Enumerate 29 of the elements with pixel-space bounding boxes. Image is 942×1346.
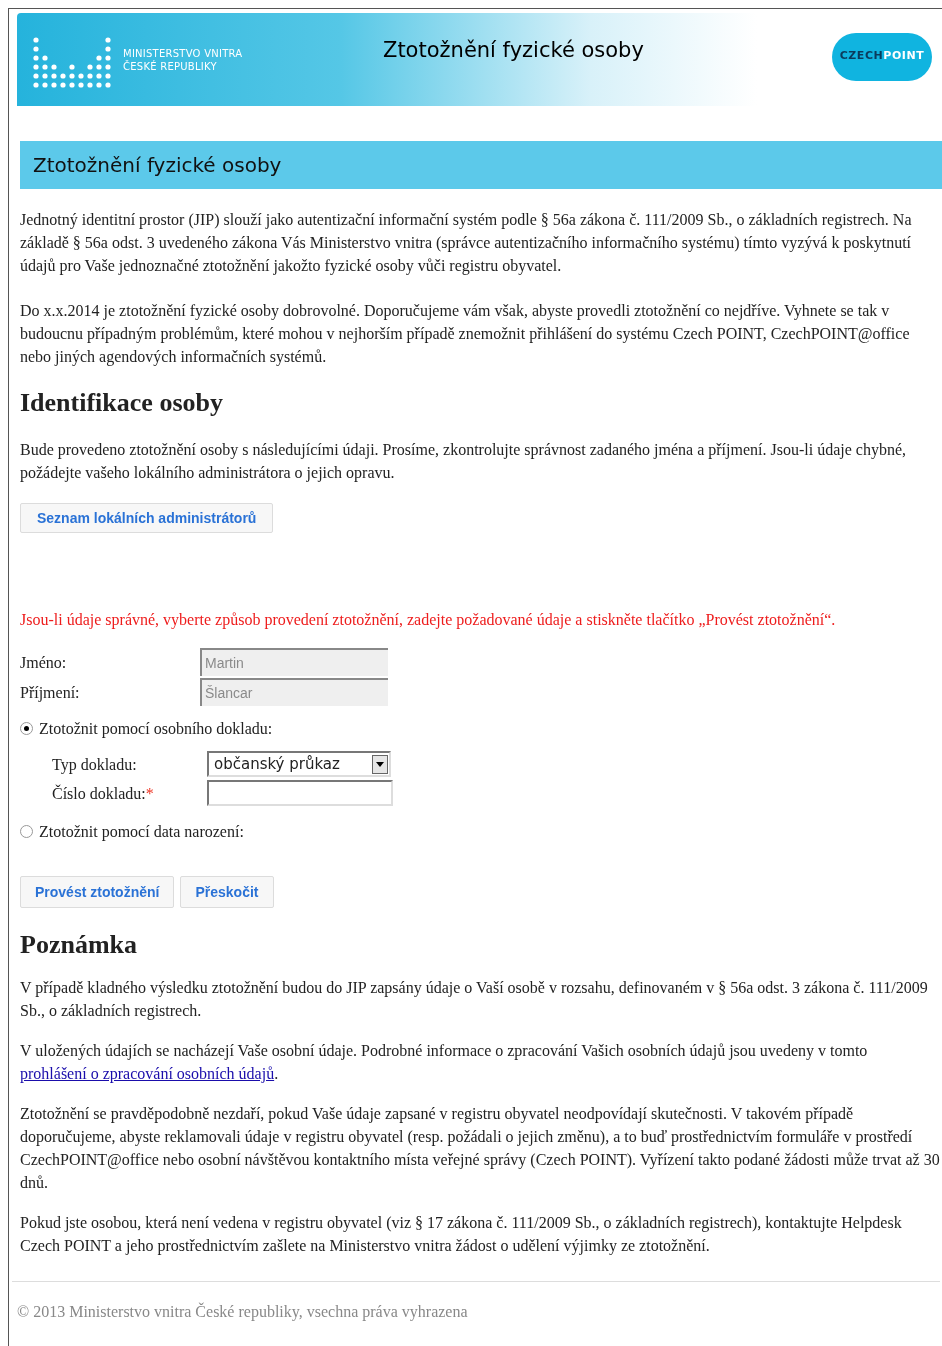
field-label: Číslo dokladu:* bbox=[52, 783, 155, 804]
page-title: Ztotožnění fyzické osoby bbox=[382, 36, 645, 64]
section-title-bar: Ztotožnění fyzické osoby bbox=[20, 141, 942, 189]
admin-list-button[interactable]: Seznam lokálních administrátorů bbox=[20, 503, 274, 533]
field-label: Jméno: bbox=[20, 652, 68, 673]
dropdown[interactable]: občanský průkaz bbox=[207, 751, 391, 777]
ministry-name: ČESKÉ REPUBLIKY bbox=[123, 59, 218, 73]
paragraph: Pokud jste osobou, která není vedena v registru obyvatel (viz § 17 zákona č. 111/2009 Sb., o základních registrech), kontaktujte Helpdesk Czech POINT a jeho prostřednictvím zašlete na Ministerstvo vnitra žádost o udělení výjimky ze ztotožnění. bbox=[20, 1213, 903, 1257]
paragraph: Bude provedeno ztotožnění osoby s následujícími údaji. Prosíme, zkontrolujte správnost zadaného jména a příjmení. Jsou-li údaje chybné, požádejte vašeho lokálního administrátora o jejich opravu. bbox=[20, 440, 907, 484]
field-label: Příjmení: bbox=[20, 682, 81, 704]
paragraph: Ztotožnění se pravděpodobně nezdaří, pokud Vaše údaje zapsané v registru obyvatel neodpovídají skutečnosti. V takovém případě doporučujeme, abyste reklamovali údaje v registru obyvatel (resp. požádali o jejich změnu), a to buď prostřednictvím formuláře v prostředí CzechPOINT@office nebo osobní návštěvou kontaktního místa veřejné správy (Czech POINT). Vyřízení takto podané žádosti může trvat až 30 dnů. bbox=[20, 1104, 940, 1193]
ministry-name: MINISTERSTVO VNITRA bbox=[123, 46, 243, 60]
field-label: Typ dokladu: bbox=[52, 754, 138, 776]
instruction-text: Jsou-li údaje správné, vyberte způsob provedení ztotožnění, zadejte požadované údaje a stiskněte tlačítko „Provést ztotožnění“. bbox=[20, 610, 837, 631]
radio-label: Ztotožnit pomocí osobního dokladu: bbox=[39, 719, 273, 740]
paragraph: V případě kladného výsledku ztotožnění budou do JIP zapsány údaje o Vaší osobě v rozsahu, definovaném v § 56a odst. 3 zákona č. 111/2009 Sb., o základních registrech. bbox=[20, 978, 929, 1022]
paragraph: Do x.x.2014 je ztotožnění fyzické osoby dobrovolné. Doporučujeme vám však, abyste provedli ztotožnění co nejdříve. Vyhnete se tak v budoucnu případným problémům, které mohou v nejhorším případě znemožnit přihlášení do systému Czech POINT, CzechPOINT@office nebo jiných agendových informačních systémů. bbox=[20, 301, 911, 368]
paragraph: V uložených údajích se nacházejí Vaše osobní údaje. Podrobné informace o zpracování Vašich osobních údajů jsou uvedeny v tomto prohlášení o zpracování osobních údajů. bbox=[20, 1041, 869, 1085]
czechpoint-logo: CZECHPOINT bbox=[832, 32, 932, 81]
paragraph: Jednotný identitní prostor (JIP) slouží jako autentizační informační systém podle § 56a zákona č. 111/2009 Sb., o základních registrech. Na základě § 56a odst. 3 uvedeného zákona Vás Ministerstvo vnitra (správce autentizačního informačního systému) tímto vyzývá k poskytnutí údajů pro Vaše jednoznačné ztotožnění jakožto fyzické osoby vůči registru obyvatel. bbox=[20, 210, 913, 277]
section-heading: Poznámka bbox=[20, 930, 138, 960]
radio-button[interactable] bbox=[20, 722, 33, 735]
radio-label: Ztotožnit pomocí data narození: bbox=[39, 822, 244, 843]
section-heading: Identifikace osoby bbox=[20, 388, 224, 418]
footer-text: © 2013 Ministerstvo vnitra České republiky, vsechna práva vyhrazena bbox=[17, 1303, 468, 1320]
action-button[interactable]: Provést ztotožnění bbox=[20, 876, 175, 908]
text-field[interactable] bbox=[207, 780, 393, 806]
radio-button[interactable] bbox=[20, 825, 33, 838]
action-button[interactable]: Přeskočit bbox=[180, 876, 274, 908]
